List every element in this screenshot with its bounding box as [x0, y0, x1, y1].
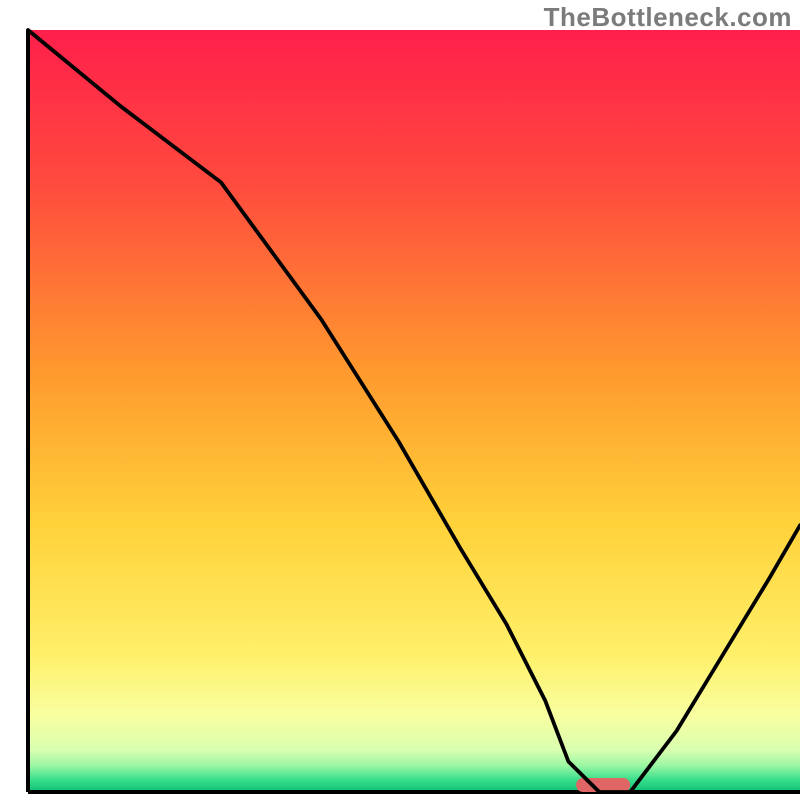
plot-area: [28, 30, 800, 792]
watermark-text: TheBottleneck.com: [544, 2, 792, 33]
chart-frame: TheBottleneck.com: [0, 0, 800, 800]
bottleneck-chart: [0, 0, 800, 800]
